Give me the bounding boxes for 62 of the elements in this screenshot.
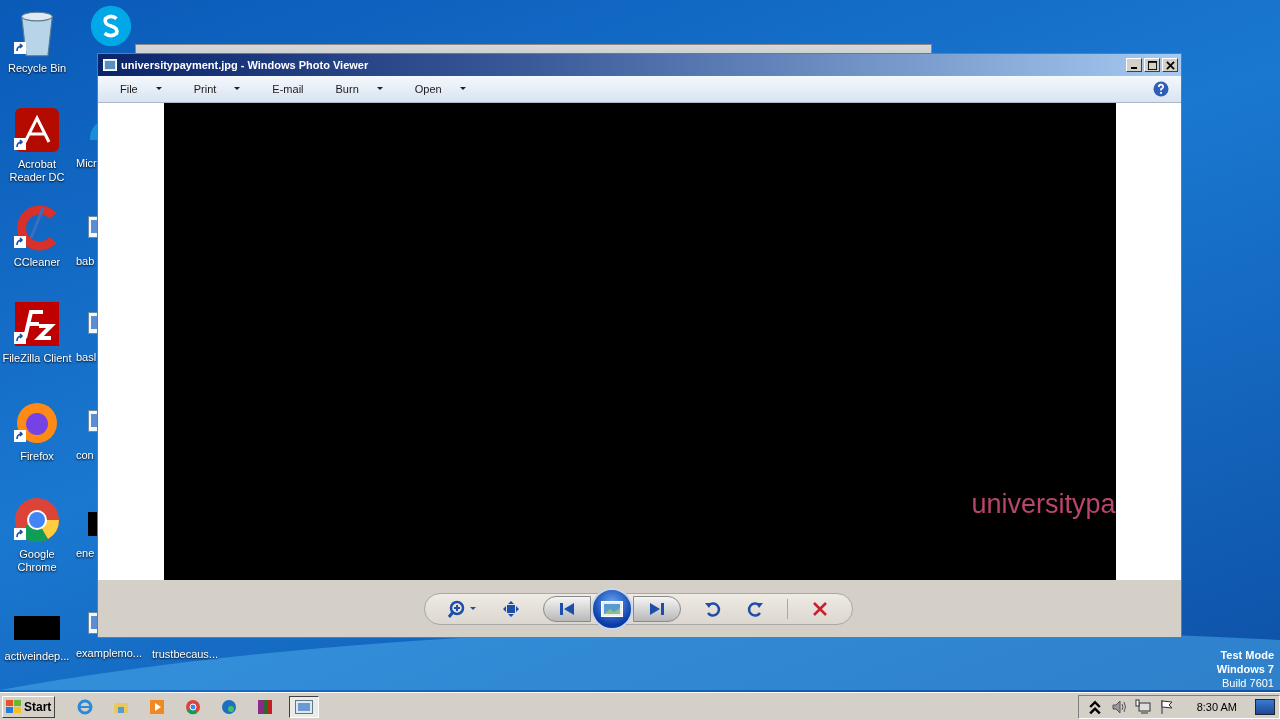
browser-icon[interactable]: [13, 496, 61, 544]
window-title: universitypayment.jpg - Windows Photo Viewer: [121, 59, 370, 71]
desktop-icon-label[interactable]: Acrobat Reader DC: [9, 158, 65, 184]
desktop-icon-label[interactable]: Google Chrome: [17, 548, 57, 574]
play-icon: [149, 698, 166, 715]
slideshow-button[interactable]: [590, 587, 633, 630]
close-icon: [1165, 60, 1175, 70]
windows-logo-icon: [6, 699, 22, 714]
flag-icon[interactable]: [1158, 698, 1175, 715]
start-button[interactable]: Start: [2, 695, 56, 718]
pdf-icon[interactable]: [13, 106, 61, 154]
previous-button[interactable]: [542, 595, 591, 622]
desktop-icon-label[interactable]: Recycle Bin: [7, 62, 67, 75]
image-text: universitypa: [971, 489, 1116, 520]
next-button[interactable]: [632, 595, 681, 622]
maximize-button[interactable]: [1144, 58, 1160, 72]
desktop-icon-label[interactable]: con: [76, 449, 94, 462]
maximize-icon: [1147, 60, 1157, 70]
minimize-button[interactable]: [1126, 58, 1142, 72]
desktop-icon-label[interactable]: Firefox: [20, 450, 54, 463]
desktop-icon-label[interactable]: CCleaner: [13, 256, 61, 269]
desktop-icon-label[interactable]: trustbecaus...: [152, 648, 219, 661]
next-icon: [649, 602, 664, 615]
zoom-icon[interactable]: [446, 598, 479, 619]
minimize-icon: [1131, 67, 1137, 69]
menu-button[interactable]: Burn: [323, 80, 395, 98]
desktop-icon-label[interactable]: ene: [76, 547, 95, 560]
desktop-icon-label[interactable]: basl: [76, 351, 97, 364]
clock[interactable]: 8:30 AM: [1196, 700, 1237, 713]
desktop-icon-label[interactable]: Micr: [76, 157, 97, 170]
desktop-icon-label[interactable]: examplemo...: [76, 647, 143, 660]
taskbar-button[interactable]: [289, 695, 320, 718]
document-icon[interactable]: [88, 312, 97, 334]
menu-button[interactable]: Open: [402, 80, 478, 98]
speaker-icon[interactable]: [1110, 698, 1127, 715]
watermark-text: Test Mode: [1220, 648, 1274, 662]
desktop-icon-label[interactable]: FileZilla Client: [2, 352, 72, 365]
chevron-up-icon[interactable]: [1086, 698, 1103, 715]
photo-icon: [600, 600, 623, 617]
help-icon[interactable]: [1153, 81, 1169, 97]
browser-icon: [221, 698, 238, 715]
desktop-icon-label[interactable]: bab: [76, 255, 95, 268]
app-icon[interactable]: [13, 300, 61, 348]
browser-icon: [185, 698, 202, 715]
menu-button[interactable]: E-mail: [260, 80, 316, 98]
chat-icon[interactable]: [89, 4, 133, 48]
document-icon[interactable]: [88, 410, 97, 432]
watermark-text: Windows 7: [1216, 662, 1274, 676]
desktop-icon-label[interactable]: activeindep...: [4, 650, 70, 663]
menu-button[interactable]: File: [108, 80, 174, 98]
photo-icon: [295, 698, 314, 715]
document-icon[interactable]: [88, 612, 97, 634]
document-icon[interactable]: [88, 216, 97, 238]
photo-icon: [103, 59, 117, 71]
browser-icon: [77, 698, 94, 715]
archive-icon: [257, 698, 274, 715]
watermark-text: Build 7601: [1222, 676, 1274, 690]
show-desktop-button[interactable]: [1255, 698, 1275, 715]
network-icon[interactable]: [1134, 698, 1151, 715]
previous-icon: [559, 602, 574, 615]
menu-button[interactable]: Print: [181, 80, 253, 98]
close-button[interactable]: [1162, 58, 1178, 72]
